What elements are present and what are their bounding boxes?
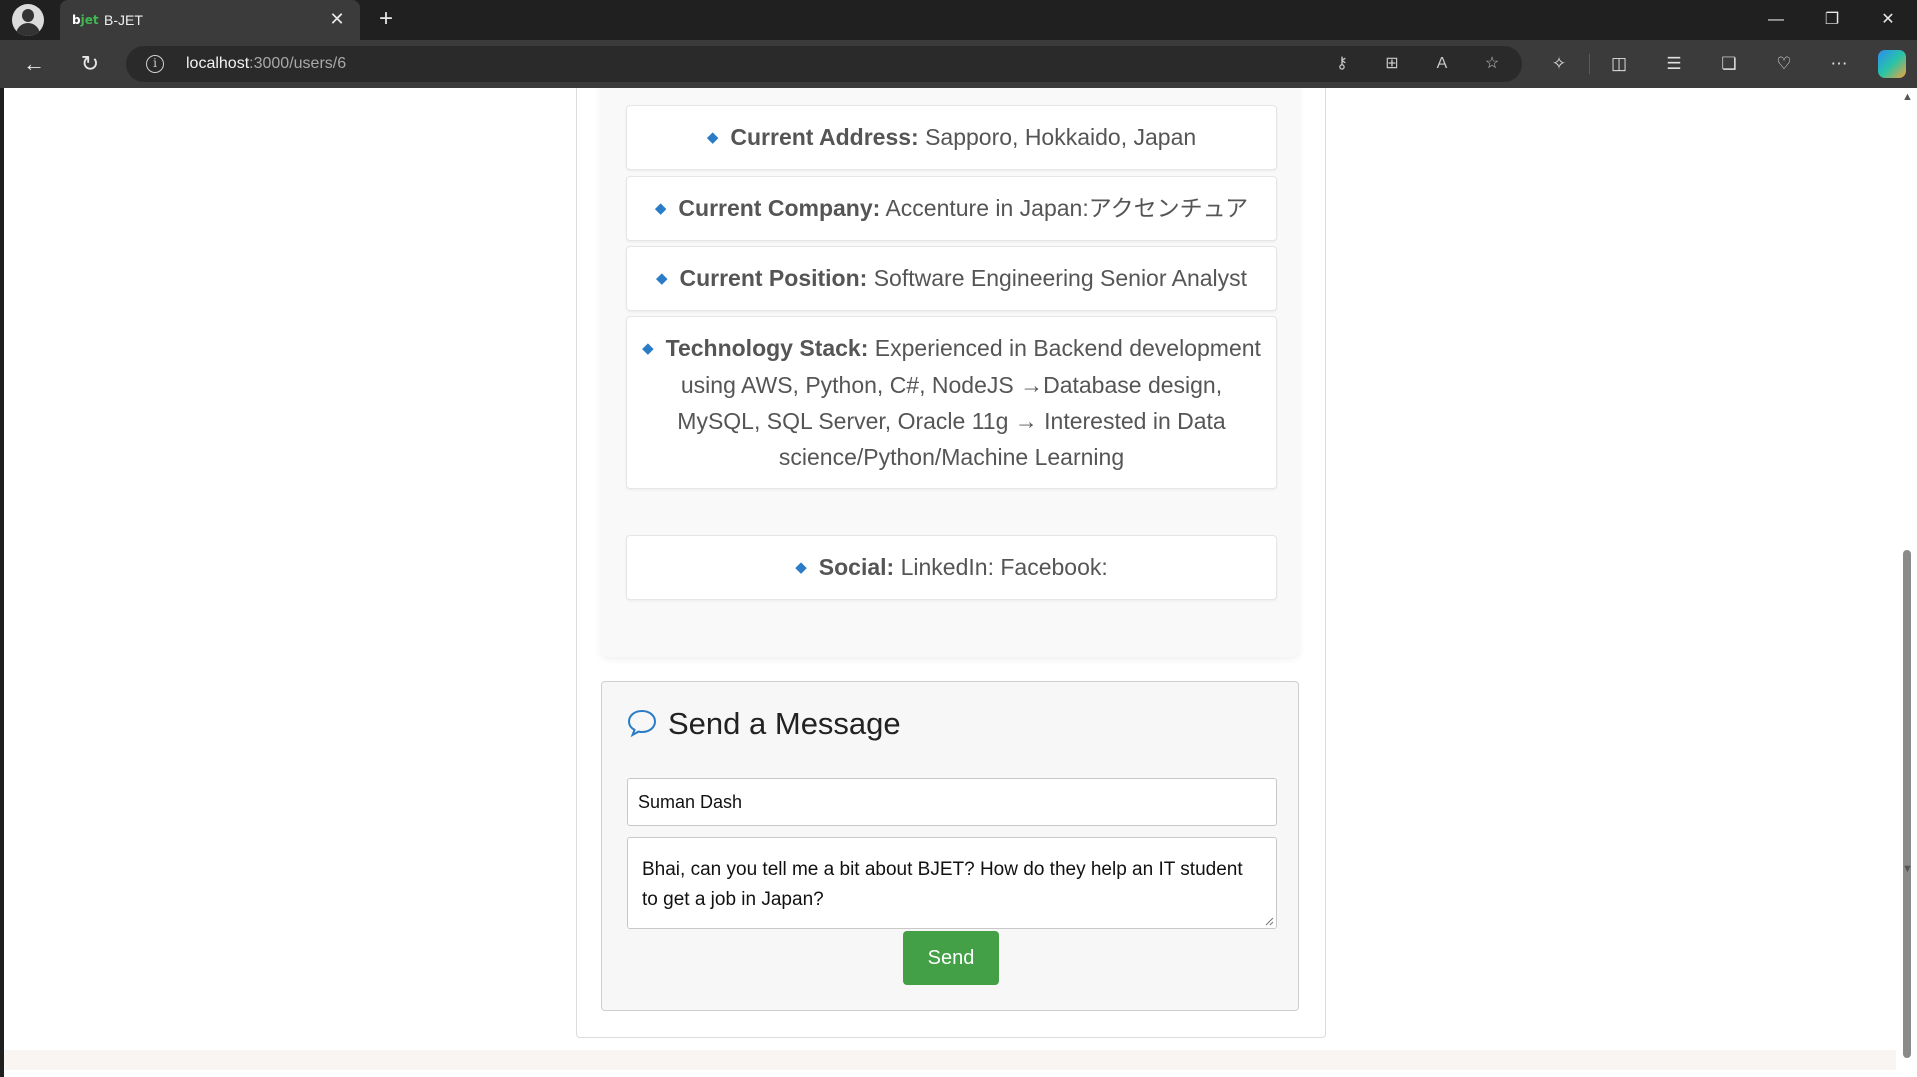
chat-bubble-icon xyxy=(627,709,657,738)
tab-title: B-JET xyxy=(104,12,143,28)
split-screen-icon[interactable]: ◫ xyxy=(1605,52,1633,76)
diamond-bullet-icon: ◆ xyxy=(795,559,807,576)
apps-icon[interactable]: ⊞ xyxy=(1380,52,1404,76)
copilot-icon[interactable] xyxy=(1878,50,1906,78)
company-value: Accenture in Japan:アクセンチュア xyxy=(885,195,1249,221)
scroll-up-arrow-icon[interactable]: ▲ xyxy=(1902,92,1913,103)
info-item-social: ◆ Social: LinkedIn: Facebook: xyxy=(626,535,1277,600)
more-icon[interactable]: ⋯ xyxy=(1825,52,1853,76)
send-message-form: Send a Message Send xyxy=(601,681,1299,1011)
favorites-icon[interactable]: ☰ xyxy=(1660,52,1688,76)
back-icon[interactable]: ← xyxy=(18,48,50,80)
page-viewport: ◆ Current Address: Sapporo, Hokkaido, Jap… xyxy=(4,88,1917,1077)
profile-details-panel: ◆ Current Address: Sapporo, Hokkaido, Jap… xyxy=(601,88,1299,657)
browser-essentials-icon[interactable]: ♡ xyxy=(1770,52,1798,76)
info-item-address: ◆ Current Address: Sapporo, Hokkaido, Jap… xyxy=(626,105,1277,170)
diamond-bullet-icon: ◆ xyxy=(706,129,719,146)
url-text[interactable]: localhost:3000/users/6 xyxy=(186,55,346,73)
browser-toolbar: ← ↻ i localhost:3000/users/6 ⚷ ⊞ A ☆ ✧ ◫… xyxy=(0,40,1917,88)
vertical-scrollbar[interactable]: ▲ ▼ xyxy=(1897,88,1917,1077)
address-bar[interactable]: i localhost:3000/users/6 ⚷ ⊞ A ☆ xyxy=(126,46,1522,82)
position-value: Software Engineering Senior Analyst xyxy=(873,265,1248,291)
key-icon[interactable]: ⚷ xyxy=(1330,52,1354,76)
read-aloud-icon[interactable]: A xyxy=(1430,52,1454,76)
new-tab-plus-icon[interactable]: + xyxy=(372,6,400,34)
refresh-icon[interactable]: ↻ xyxy=(74,48,106,80)
info-icon[interactable]: i xyxy=(146,55,164,73)
minimize-icon[interactable]: — xyxy=(1748,0,1804,40)
user-profile-card: ◆ Current Address: Sapporo, Hokkaido, Jap… xyxy=(576,88,1326,1038)
toolbar-divider xyxy=(1589,54,1590,74)
sender-name-input[interactable] xyxy=(627,778,1277,826)
info-item-tech-stack: ◆ Technology Stack: Experienced in Backen… xyxy=(626,316,1277,489)
restore-icon[interactable]: ❐ xyxy=(1804,0,1860,40)
resize-grip-icon[interactable] xyxy=(1264,916,1274,926)
bjet-favicon-icon: bjet xyxy=(72,13,99,27)
close-tab-icon[interactable]: ✕ xyxy=(326,8,348,30)
page-footer-strip xyxy=(4,1050,1896,1070)
browser-titlebar: bjet B-JET ✕ + — ❐ ✕ xyxy=(0,0,1917,40)
profile-avatar[interactable] xyxy=(12,4,44,36)
diamond-bullet-icon: ◆ xyxy=(655,270,668,287)
extensions-icon[interactable]: ✧ xyxy=(1545,52,1573,76)
diamond-bullet-icon: ◆ xyxy=(642,340,654,357)
address-value: Sapporo, Hokkaido, Japan xyxy=(925,124,1197,150)
close-window-icon[interactable]: ✕ xyxy=(1860,0,1916,40)
scrollbar-thumb[interactable] xyxy=(1903,550,1911,1058)
info-item-company: ◆ Current Company: Accenture in Japan:アクセ… xyxy=(626,176,1277,241)
diamond-bullet-icon: ◆ xyxy=(654,200,667,217)
collections-icon[interactable]: ❏ xyxy=(1715,52,1743,76)
send-button[interactable]: Send xyxy=(903,931,999,985)
favorite-star-icon[interactable]: ☆ xyxy=(1480,52,1504,76)
scroll-down-arrow-icon[interactable]: ▼ xyxy=(1902,864,1913,875)
send-message-title: Send a Message xyxy=(668,706,901,741)
browser-tab[interactable]: bjet B-JET ✕ xyxy=(60,0,360,40)
info-item-position: ◆ Current Position: Software Engineering … xyxy=(626,246,1277,311)
message-body-textarea[interactable] xyxy=(627,837,1277,929)
social-value: LinkedIn: Facebook: xyxy=(900,554,1108,580)
